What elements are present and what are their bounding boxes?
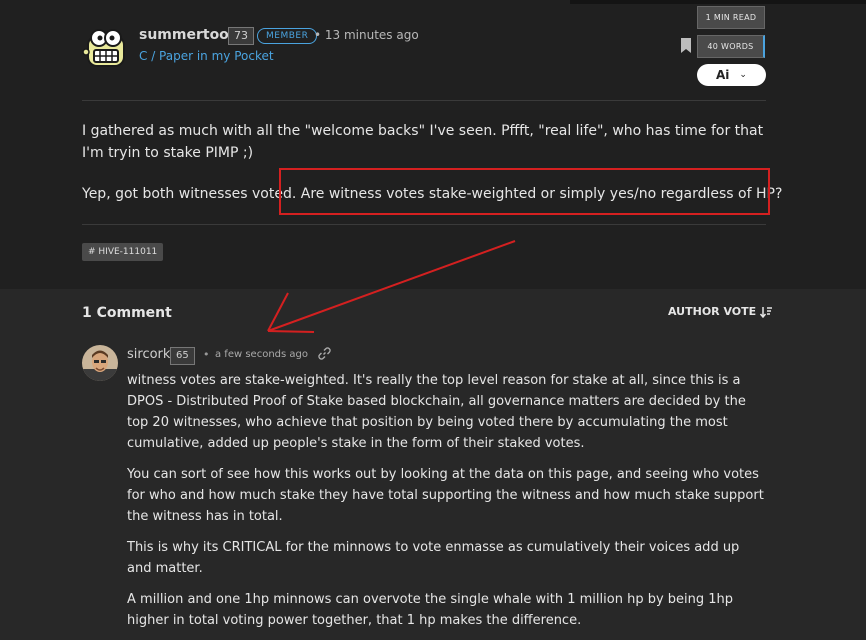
header-divider bbox=[82, 100, 766, 101]
sort-icon bbox=[760, 306, 773, 318]
annotation-highlight-box bbox=[279, 168, 770, 215]
author-vote-sort-button[interactable]: AUTHOR VOTE bbox=[668, 305, 773, 318]
comment-reputation-badge: 65 bbox=[170, 347, 195, 365]
top-bar-edge bbox=[570, 0, 866, 4]
author-avatar[interactable] bbox=[82, 22, 130, 70]
sort-label: AUTHOR VOTE bbox=[668, 305, 757, 318]
comment-paragraph: This is why its CRITICAL for the minnows… bbox=[127, 540, 740, 576]
commenter-avatar[interactable] bbox=[82, 345, 118, 381]
body-divider bbox=[82, 224, 766, 225]
comment-paragraph: A million and one 1hp minnows can overvo… bbox=[127, 592, 734, 628]
link-icon[interactable] bbox=[318, 347, 331, 360]
comment-paragraph: witness votes are stake-weighted. It's r… bbox=[127, 373, 746, 451]
chevron-down-icon: ⌄ bbox=[739, 70, 747, 80]
language-selector-button[interactable]: Ai ⌄ bbox=[697, 64, 766, 86]
post-paragraph: I gathered as much with all the "welcome… bbox=[82, 123, 764, 161]
post-timestamp: • 13 minutes ago bbox=[314, 28, 419, 42]
comments-count-title: 1 Comment bbox=[82, 305, 172, 321]
post-tag[interactable]: # HIVE-111011 bbox=[82, 243, 164, 261]
comment-timestamp: a few seconds ago bbox=[215, 349, 308, 360]
member-badge: MEMBER bbox=[257, 28, 318, 44]
comment-paragraph: You can sort of see how this works out b… bbox=[127, 467, 764, 524]
community-link[interactable]: C / Paper in my Pocket bbox=[139, 49, 274, 63]
author-reputation-badge: 73 bbox=[228, 27, 254, 45]
language-label: Ai bbox=[716, 68, 730, 82]
separator-dot: • bbox=[203, 348, 210, 361]
word-count-badge: 40 WORDS bbox=[697, 35, 765, 58]
read-time-badge: 1 MIN READ bbox=[697, 6, 765, 29]
bookmark-icon[interactable] bbox=[681, 38, 691, 53]
comment-author-name[interactable]: sircork bbox=[127, 347, 170, 362]
